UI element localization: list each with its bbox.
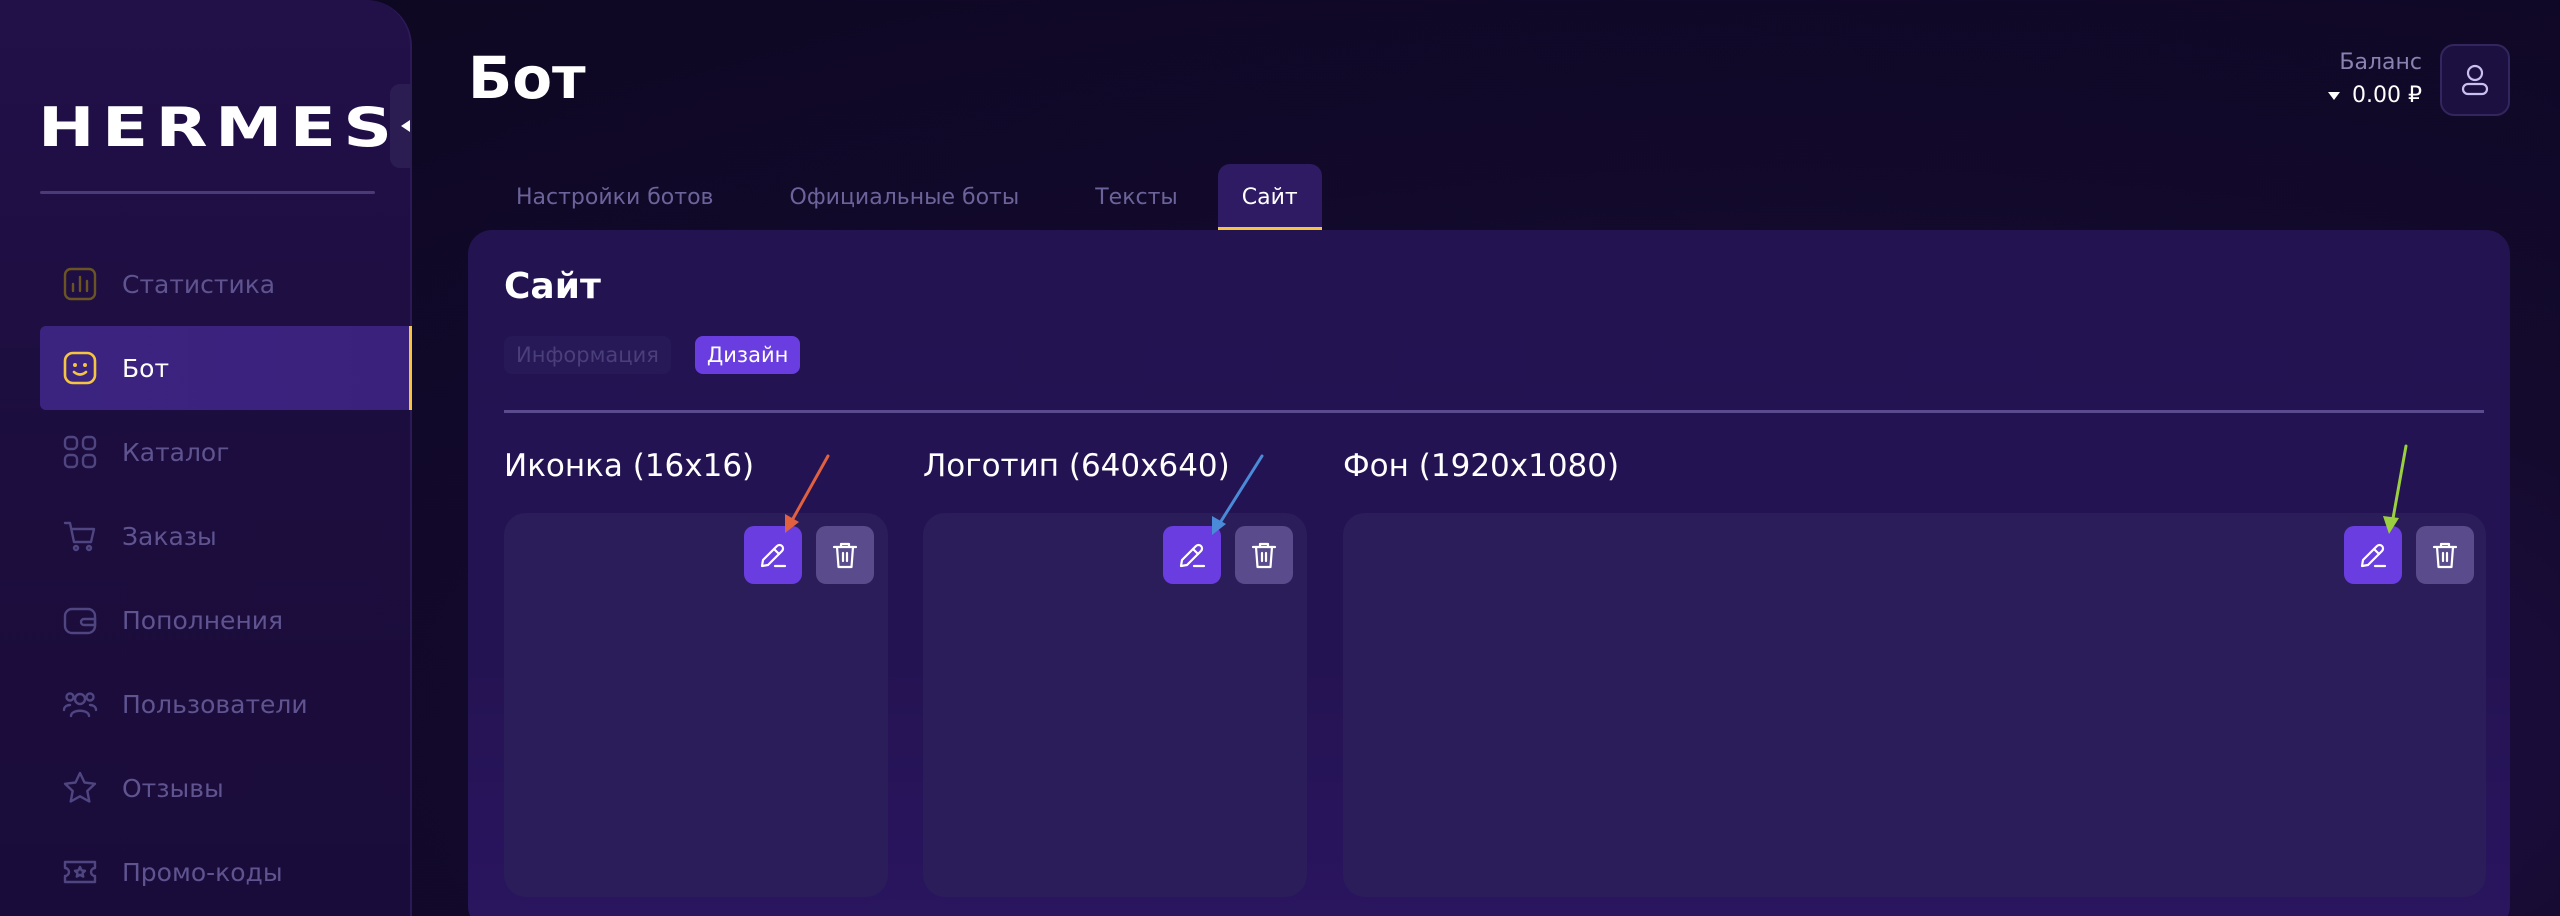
pencil-icon xyxy=(2360,543,2387,568)
sidebar-item-label: Статистика xyxy=(122,269,276,299)
sidebar-item-label: Заказы xyxy=(122,521,217,551)
page-title: Бот xyxy=(468,44,586,112)
sidebar-item-catalog[interactable]: Каталог xyxy=(40,410,412,494)
chart-icon xyxy=(62,266,98,302)
logo-delete-button[interactable] xyxy=(1235,526,1293,584)
tab-bar: Настройки ботов Официальные боты Тексты … xyxy=(480,164,1326,230)
wallet-icon xyxy=(62,602,98,638)
trash-icon xyxy=(1251,542,1277,569)
section-label-logo: Логотип (640x640) xyxy=(923,448,1230,484)
balance-value-row: 0.00 ₽ xyxy=(2328,83,2422,108)
users-icon xyxy=(62,686,98,722)
user-profile-button[interactable] xyxy=(2440,44,2510,116)
icon-delete-button[interactable] xyxy=(816,526,874,584)
bot-face-icon xyxy=(62,350,98,386)
background-edit-button[interactable] xyxy=(2344,526,2402,584)
subtab-design[interactable]: Дизайн xyxy=(694,336,801,374)
tab-bot-settings[interactable]: Настройки ботов xyxy=(480,164,750,230)
pencil-icon xyxy=(760,543,787,568)
section-label-icon: Иконка (16x16) xyxy=(504,448,755,484)
sidebar-item-bot[interactable]: Бот xyxy=(40,326,412,410)
logo-edit-button[interactable] xyxy=(1163,526,1221,584)
tab-official-bots[interactable]: Официальные боты xyxy=(754,164,1056,230)
sidebar: HERMES Статистика Бот Каталог Заказы Поп… xyxy=(0,0,412,916)
sidebar-item-label: Промо-коды xyxy=(122,857,283,887)
trash-icon xyxy=(2432,542,2458,569)
logo: HERMES xyxy=(38,96,400,159)
grid-icon xyxy=(62,434,98,470)
caret-down-icon xyxy=(2328,91,2341,100)
sidebar-item-label: Каталог xyxy=(122,437,230,467)
sidebar-item-label: Пополнения xyxy=(122,605,284,635)
cart-icon xyxy=(62,518,98,554)
sidebar-item-statistics[interactable]: Статистика xyxy=(40,242,412,326)
sidebar-item-label: Пользователи xyxy=(122,689,308,719)
logo-divider xyxy=(40,191,375,194)
balance-label: Баланс xyxy=(2339,50,2422,75)
tab-texts[interactable]: Тексты xyxy=(1059,164,1214,230)
star-icon xyxy=(62,770,98,806)
background-delete-button[interactable] xyxy=(2416,526,2474,584)
tab-site[interactable]: Сайт xyxy=(1217,164,1322,230)
background-upload-area[interactable] xyxy=(1343,513,2486,897)
sidebar-item-reviews[interactable]: Отзывы xyxy=(40,746,412,830)
sidebar-item-promo[interactable]: Промо-коды xyxy=(40,830,412,914)
site-settings-card: Сайт Информация Дизайн Иконка (16x16) Ло… xyxy=(468,230,2510,916)
trash-icon xyxy=(832,542,858,569)
user-icon xyxy=(2461,64,2489,96)
sidebar-item-topups[interactable]: Пополнения xyxy=(40,578,412,662)
sidebar-item-label: Отзывы xyxy=(122,773,224,803)
sidebar-item-label: Бот xyxy=(122,353,170,383)
sidebar-item-users[interactable]: Пользователи xyxy=(40,662,412,746)
balance-value: 0.00 ₽ xyxy=(2352,83,2422,108)
sidebar-collapse-button[interactable] xyxy=(390,84,412,168)
ticket-icon xyxy=(62,854,98,890)
icon-edit-button[interactable] xyxy=(744,526,802,584)
section-label-background: Фон (1920x1080) xyxy=(1343,448,1620,484)
divider xyxy=(504,410,2484,413)
subtab-bar: Информация Дизайн xyxy=(504,336,824,374)
sidebar-nav: Статистика Бот Каталог Заказы Пополнения… xyxy=(40,242,412,914)
subtab-information[interactable]: Информация xyxy=(504,336,671,374)
sidebar-item-orders[interactable]: Заказы xyxy=(40,494,412,578)
card-title: Сайт xyxy=(504,266,601,307)
pencil-icon xyxy=(1179,543,1206,568)
balance[interactable]: Баланс 0.00 ₽ xyxy=(2328,50,2422,108)
